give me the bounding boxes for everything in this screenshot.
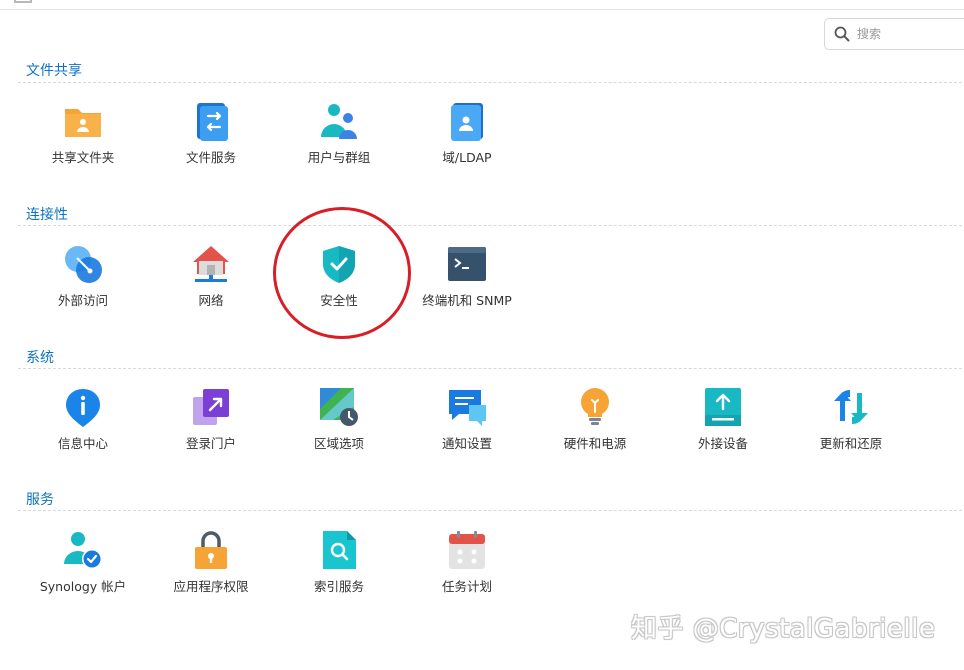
network-icon <box>193 246 229 282</box>
item-file-services[interactable]: 文件服务 <box>147 101 275 181</box>
item-label: 共享文件夹 <box>51 150 115 165</box>
item-external-devices[interactable]: 外接设备 <box>659 387 787 467</box>
security-shield-icon <box>323 246 355 283</box>
item-label: 任务计划 <box>441 579 492 594</box>
app-privileges-icon <box>195 531 227 569</box>
section-divider <box>18 368 962 369</box>
item-notification[interactable]: 通知设置 <box>403 387 531 467</box>
item-regional-options[interactable]: 区域选项 <box>275 387 403 467</box>
item-hardware-power[interactable]: 硬件和电源 <box>531 387 659 467</box>
hardware-power-icon <box>581 388 609 425</box>
notification-icon <box>449 390 486 426</box>
external-access-icon <box>65 246 102 283</box>
item-label: Synology 帐户 <box>39 579 127 594</box>
item-label: 外接设备 <box>697 436 748 451</box>
item-security[interactable]: 安全性 <box>275 244 403 324</box>
synology-account-icon <box>64 532 102 569</box>
item-users-groups[interactable]: 用户与群组 <box>275 101 403 181</box>
login-portal-icon <box>193 389 229 425</box>
item-synology-account[interactable]: Synology 帐户 <box>19 530 147 610</box>
item-label: 域/LDAP <box>442 150 492 165</box>
section-divider <box>18 510 962 511</box>
section-divider <box>18 82 962 83</box>
item-label: 安全性 <box>320 293 358 308</box>
domain-ldap-icon <box>451 103 483 141</box>
item-terminal-snmp[interactable]: 终端机和 SNMP <box>403 244 531 324</box>
item-label: 登录门户 <box>185 436 236 451</box>
task-scheduler-icon <box>449 531 485 569</box>
search-box[interactable] <box>824 18 964 50</box>
item-external-access[interactable]: 外部访问 <box>19 244 147 324</box>
search-input[interactable] <box>857 25 957 43</box>
item-indexing-service[interactable]: 索引服务 <box>275 530 403 610</box>
item-domain-ldap[interactable]: 域/LDAP <box>403 101 531 181</box>
external-devices-icon <box>705 388 741 426</box>
item-shared-folder[interactable]: 共享文件夹 <box>19 101 147 181</box>
section-title: 系统 <box>26 350 54 366</box>
item-label: 终端机和 SNMP <box>422 293 512 308</box>
item-label: 应用程序权限 <box>173 579 249 594</box>
item-label: 区域选项 <box>313 436 364 451</box>
section-title: 服务 <box>26 492 54 508</box>
item-label: 信息中心 <box>57 436 108 451</box>
item-label: 更新和还原 <box>819 436 883 451</box>
item-update-restore[interactable]: 更新和还原 <box>787 387 915 467</box>
section-title: 文件共享 <box>26 63 82 79</box>
item-label: 文件服务 <box>185 150 236 165</box>
indexing-service-icon <box>323 531 356 569</box>
section-title: 连接性 <box>26 207 68 223</box>
item-network[interactable]: 网络 <box>147 244 275 324</box>
watermark: 知乎 @CrystalGabrielle <box>631 614 936 644</box>
item-label: 外部访问 <box>57 293 108 308</box>
item-label: 索引服务 <box>313 579 364 594</box>
toolbar-divider <box>0 9 964 10</box>
file-services-icon <box>197 103 228 141</box>
item-login-portal[interactable]: 登录门户 <box>147 387 275 467</box>
item-label: 网络 <box>198 293 224 308</box>
shared-folder-icon <box>65 109 101 137</box>
item-label: 通知设置 <box>441 436 492 451</box>
terminal-snmp-icon <box>448 247 486 281</box>
item-label: 硬件和电源 <box>563 436 627 451</box>
item-app-privileges[interactable]: 应用程序权限 <box>147 530 275 610</box>
users-groups-icon <box>321 104 357 139</box>
item-task-scheduler[interactable]: 任务计划 <box>403 530 531 610</box>
regional-options-icon <box>320 388 358 426</box>
item-label: 用户与群组 <box>307 150 371 165</box>
item-info-center[interactable]: 信息中心 <box>19 387 147 467</box>
search-icon <box>834 26 850 42</box>
section-divider <box>18 225 962 226</box>
menu-icon[interactable] <box>14 0 32 3</box>
info-center-icon <box>66 389 100 427</box>
update-restore-icon <box>834 390 868 424</box>
